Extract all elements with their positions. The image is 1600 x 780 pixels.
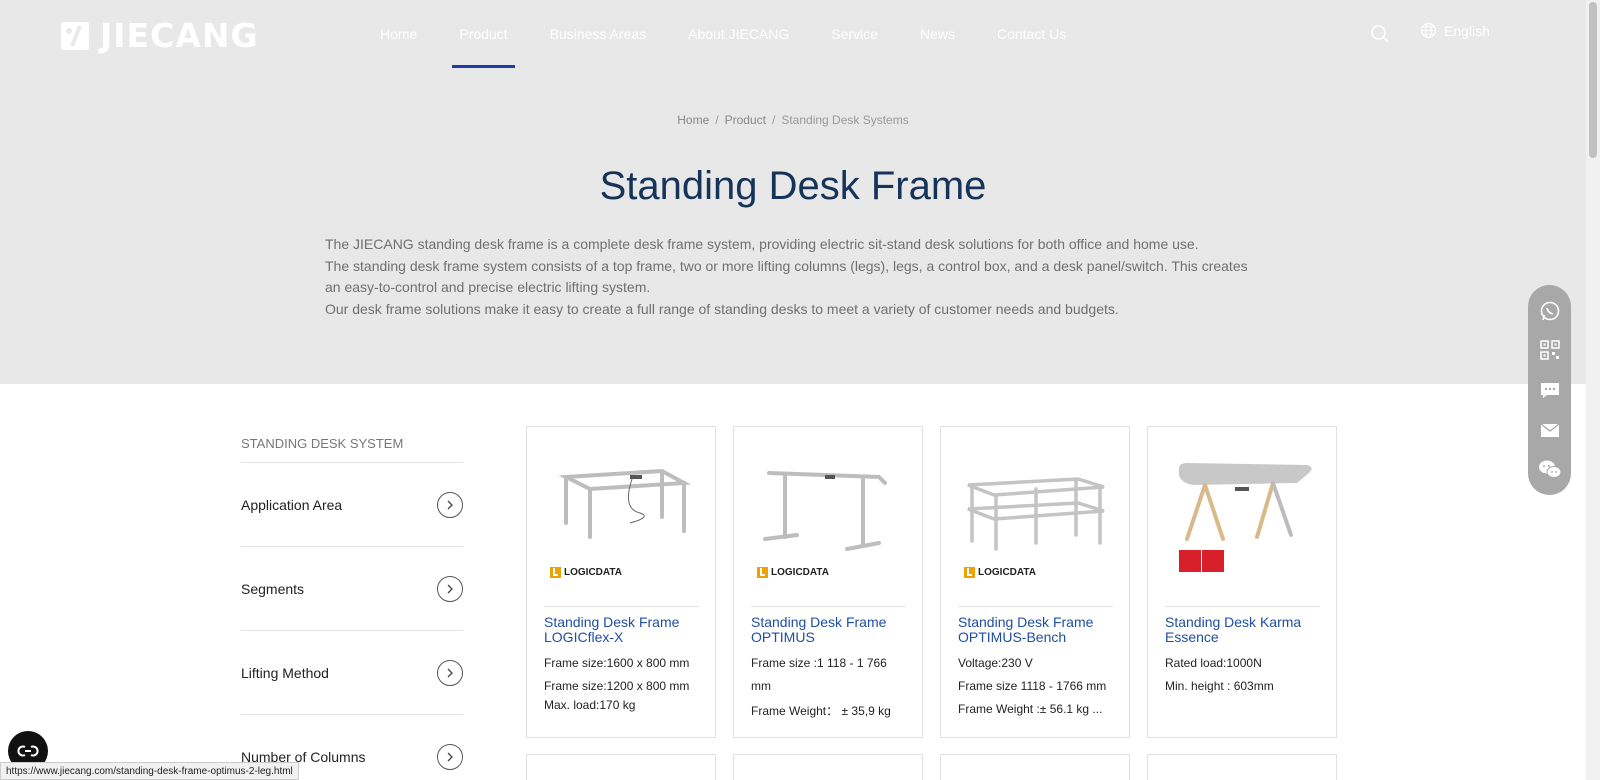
language-switcher[interactable]: English [1420, 22, 1490, 39]
product-card[interactable]: LOGICDATA Standing Desk Frame LOGICflex-… [526, 426, 716, 738]
whatsapp-icon[interactable] [1538, 299, 1562, 323]
breadcrumb-separator: / [715, 113, 719, 127]
product-card[interactable] [1147, 754, 1337, 780]
nav-service[interactable]: Service [810, 0, 899, 68]
nav-contact[interactable]: Contact Us [976, 0, 1087, 68]
nav-product[interactable]: Product [438, 0, 528, 68]
status-bar-url: https://www.jiecang.com/standing-desk-fr… [0, 762, 299, 780]
product-spec: Max. load:170 kg [544, 698, 636, 712]
filter-application-area[interactable]: Application Area [241, 463, 463, 547]
brand-label: LOGICDATA [564, 567, 622, 578]
nav-home[interactable]: Home [359, 0, 438, 68]
product-spec: Frame size :1 118 - 1 766 [751, 656, 887, 670]
product-spec: Frame size 1118 - 1766 mm [958, 679, 1107, 693]
nav-about[interactable]: About JIECANG [667, 0, 810, 68]
chevron-right-circle-icon[interactable] [437, 743, 463, 770]
desk-frame-image [558, 468, 692, 539]
logicdata-logo-icon [550, 567, 561, 578]
scrollbar-thumb[interactable] [1589, 2, 1597, 158]
filter-sidebar: STANDING DESK SYSTEM Application Area Se… [241, 436, 463, 780]
desk-frame-image [967, 477, 1105, 551]
product-card[interactable] [940, 754, 1130, 780]
product-card[interactable] [733, 754, 923, 780]
brand-label: LOGICDATA [771, 567, 829, 578]
breadcrumb-product[interactable]: Product [725, 113, 766, 127]
globe-icon [1420, 22, 1437, 39]
intro-paragraph: The JIECANG standing desk frame is a com… [325, 236, 1199, 252]
qr-code-icon[interactable] [1538, 338, 1562, 362]
product-spec: Frame Weight :± 56.1 kg ... [958, 702, 1103, 716]
language-label: English [1444, 22, 1490, 39]
logicdata-logo: LOGICDATA [757, 567, 829, 578]
breadcrumb: Home / Product / Standing Desk Systems [0, 113, 1586, 127]
nav-business-areas[interactable]: Business Areas [529, 0, 668, 68]
product-card[interactable]: LOGICDATA Standing Desk Frame OPTIMUS-Be… [940, 426, 1130, 738]
chevron-right-circle-icon[interactable] [437, 659, 463, 686]
chat-icon[interactable] [1538, 378, 1562, 402]
breadcrumb-current: Standing Desk Systems [781, 113, 909, 127]
logicdata-logo-icon [964, 567, 975, 578]
page-title: Standing Desk Frame [599, 164, 987, 208]
logicdata-logo-icon [757, 567, 768, 578]
intro-text: The JIECANG standing desk frame is a com… [325, 234, 1260, 320]
breadcrumb-home[interactable]: Home [677, 113, 709, 127]
intro-paragraph: Our desk frame solutions make it easy to… [325, 300, 1119, 317]
product-card[interactable]: Standing Desk Karma Essence Rated load:1… [1147, 426, 1337, 738]
brand-name: JIECANG [100, 16, 259, 55]
desk-frame-image [763, 471, 887, 551]
filter-lifting-method[interactable]: Lifting Method [241, 631, 463, 715]
jiecang-logo-icon [61, 21, 89, 50]
product-spec: Voltage:230 V [958, 656, 1033, 670]
filter-label: Lifting Method [241, 664, 329, 681]
nav-news[interactable]: News [899, 0, 976, 68]
sidebar-title: STANDING DESK SYSTEM [241, 436, 463, 463]
product-image[interactable]: LOGICDATA [751, 439, 906, 607]
chevron-right-circle-icon[interactable] [437, 575, 463, 602]
product-spec: Min. height : 603mm [1165, 679, 1274, 693]
product-spec: mm [751, 679, 771, 693]
product-spec: Frame size:1200 x 800 mm [544, 679, 690, 693]
logicdata-logo: LOGICDATA [964, 567, 1036, 578]
design-award-2022-icon [1179, 550, 1224, 572]
filter-segments[interactable]: Segments [241, 547, 463, 631]
product-image[interactable]: LOGICDATA [544, 439, 699, 607]
brand-label: LOGICDATA [978, 567, 1036, 578]
logicdata-logo: LOGICDATA [550, 567, 622, 578]
product-card[interactable]: LOGICDATA Standing Desk Frame OPTIMUS Fr… [733, 426, 923, 738]
wechat-icon[interactable] [1538, 457, 1562, 481]
filter-label: Application Area [241, 496, 343, 513]
desk-image [1179, 463, 1312, 541]
product-name[interactable]: Standing Desk Frame LOGICflex-X [544, 615, 704, 645]
product-spec: Frame Weight： ± 35,9 kg [751, 704, 891, 718]
product-spec: Frame size:1600 x 800 mm [544, 656, 690, 670]
product-name[interactable]: Standing Desk Frame OPTIMUS-Bench [958, 615, 1118, 645]
filter-label: Segments [241, 580, 305, 597]
product-image[interactable] [1165, 439, 1320, 607]
product-name[interactable]: Standing Desk Karma Essence [1165, 615, 1325, 645]
chevron-right-circle-icon[interactable] [437, 491, 463, 518]
breadcrumb-separator: / [771, 113, 776, 127]
product-card[interactable] [526, 754, 716, 780]
intro-paragraph: The standing desk frame system consists … [325, 257, 1248, 296]
jiecang-logo[interactable]: JIECANG [58, 16, 259, 55]
product-name[interactable]: Standing Desk Frame OPTIMUS [751, 615, 911, 645]
main-nav: Home Product Business Areas About JIECAN… [359, 0, 1087, 68]
search-icon[interactable] [1370, 24, 1390, 44]
product-spec: Rated load:1000N [1165, 656, 1262, 670]
contact-float-bar [1528, 285, 1571, 495]
mail-icon[interactable] [1538, 418, 1562, 442]
product-image[interactable]: LOGICDATA [958, 439, 1113, 607]
